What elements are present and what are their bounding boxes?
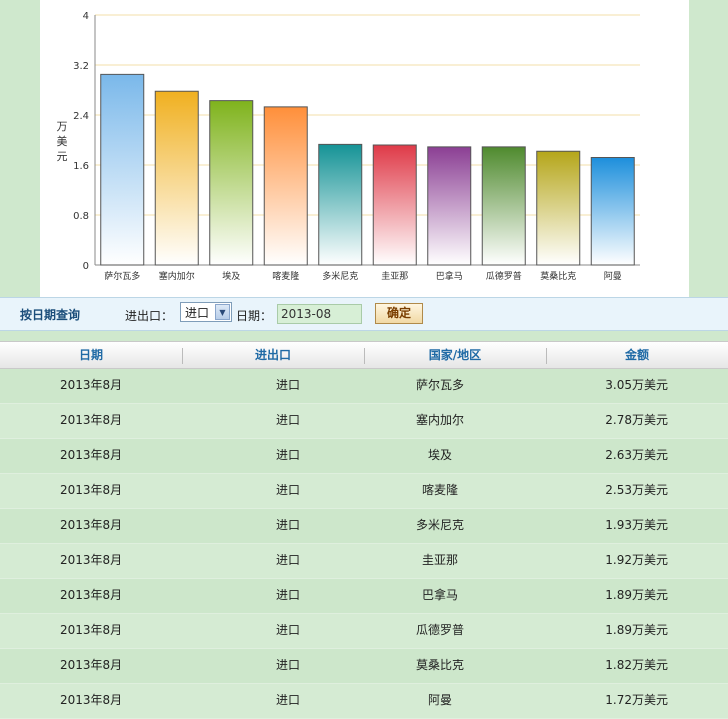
cell-date: 2013年8月 <box>60 448 123 462</box>
x-tick-label: 埃及 <box>222 270 240 282</box>
table-row[interactable]: 2013年8月 进口 萨尔瓦多 3.05万美元 <box>0 369 728 404</box>
cell-amount: 1.89万美元 <box>605 623 668 637</box>
chart-panel: 0 0.8 1.6 2.4 3.2 4 万美元萨尔瓦多 塞内加尔 埃及 喀麦隆 多米尼克 圭亚那 巴拿马… <box>40 0 689 297</box>
cell-date: 2013年8月 <box>60 693 123 707</box>
y-axis-label-char: 美 <box>57 135 68 148</box>
cell-direction: 进口 <box>275 378 300 392</box>
y-tick-label: 0.8 <box>73 211 89 222</box>
cell-country: 埃及 <box>427 448 452 462</box>
cell-date: 2013年8月 <box>60 378 123 392</box>
cell-amount: 2.63万美元 <box>605 448 668 462</box>
cell-country: 圭亚那 <box>421 553 458 567</box>
cell-date: 2013年8月 <box>60 518 123 532</box>
cell-direction: 进口 <box>275 448 300 462</box>
direction-label: 进出口： <box>125 309 174 323</box>
bar <box>100 73 145 266</box>
cell-date: 2013年8月 <box>60 413 123 427</box>
y-tick-label: 3.2 <box>73 61 89 72</box>
cell-date: 2013年8月 <box>60 623 123 637</box>
table-header: 日期 进出口 国家/地区 金额 <box>0 341 728 369</box>
cell-amount: 1.82万美元 <box>605 658 668 672</box>
x-tick-label: 巴拿马 <box>436 270 463 282</box>
bar <box>536 150 581 266</box>
direction-select-value: 进口 <box>185 306 210 320</box>
confirm-button[interactable]: 确定 <box>375 303 423 324</box>
cell-direction: 进口 <box>275 413 300 427</box>
cell-country: 多米尼克 <box>415 518 464 532</box>
x-tick-label: 萨尔瓦多 <box>104 270 140 282</box>
bar <box>263 106 308 266</box>
table-row[interactable]: 2013年8月 进口 阿曼 1.72万美元 <box>0 684 728 719</box>
table-row[interactable]: 2013年8月 进口 埃及 2.63万美元 <box>0 439 728 474</box>
cell-direction: 进口 <box>275 483 300 497</box>
x-tick-label: 多米尼克 <box>322 270 358 282</box>
direction-select[interactable]: 进口 ▼ <box>180 302 232 322</box>
y-tick-label: 2.4 <box>73 111 89 122</box>
table-row[interactable]: 2013年8月 进口 多米尼克 1.93万美元 <box>0 509 728 544</box>
table-body: 2013年8月 进口 萨尔瓦多 3.05万美元 2013年8月 进口 塞内加尔 2.78万美元… <box>0 369 728 719</box>
cell-direction: 进口 <box>275 693 300 707</box>
cell-amount: 2.53万美元 <box>605 483 668 497</box>
y-tick-label: 4 <box>83 11 89 22</box>
bar <box>209 100 254 266</box>
cell-country: 瓜德罗普 <box>415 623 464 637</box>
header-amount[interactable]: 金额 <box>546 342 728 368</box>
bar <box>154 90 199 266</box>
date-input[interactable]: 2013-08 <box>277 304 362 324</box>
cell-country: 阿曼 <box>427 693 452 707</box>
y-tick-label: 1.6 <box>73 161 89 172</box>
cell-amount: 3.05万美元 <box>605 378 668 392</box>
cell-date: 2013年8月 <box>60 658 123 672</box>
cell-direction: 进口 <box>275 658 300 672</box>
bar <box>372 144 417 266</box>
table-row[interactable]: 2013年8月 进口 巴拿马 1.89万美元 <box>0 579 728 614</box>
y-tick-label: 0 <box>83 261 89 272</box>
query-bar: 按日期查询 进出口： 进口 ▼ 日期： 2013-08 确定 <box>0 297 728 331</box>
query-title: 按日期查询 <box>20 308 81 322</box>
cell-amount: 1.92万美元 <box>605 553 668 567</box>
chevron-down-icon[interactable]: ▼ <box>215 304 230 320</box>
bar <box>427 146 472 266</box>
y-axis-label-char: 元 <box>57 150 68 163</box>
x-tick-label: 塞内加尔 <box>159 270 195 282</box>
y-axis-label-char: 万 <box>57 120 68 133</box>
cell-direction: 进口 <box>275 518 300 532</box>
header-date[interactable]: 日期 <box>0 342 182 368</box>
cell-country: 莫桑比克 <box>415 658 464 672</box>
table-row[interactable]: 2013年8月 进口 圭亚那 1.92万美元 <box>0 544 728 579</box>
cell-date: 2013年8月 <box>60 553 123 567</box>
bar-chart: 0 0.8 1.6 2.4 3.2 4 万美元萨尔瓦多 塞内加尔 埃及 喀麦隆 多米尼克 圭亚那 巴拿马… <box>57 11 640 282</box>
x-tick-label: 喀麦隆 <box>272 270 299 282</box>
cell-amount: 1.89万美元 <box>605 588 668 602</box>
header-direction[interactable]: 进出口 <box>182 342 364 368</box>
cell-date: 2013年8月 <box>60 588 123 602</box>
bar <box>481 146 526 266</box>
cell-country: 巴拿马 <box>421 588 458 602</box>
cell-country: 喀麦隆 <box>421 483 458 497</box>
x-tick-label: 阿曼 <box>604 271 622 282</box>
data-table: 日期 进出口 国家/地区 金额 2013年8月 进口 萨尔瓦多 3.05万美元 2013… <box>0 341 728 719</box>
table-row[interactable]: 2013年8月 进口 塞内加尔 2.78万美元 <box>0 404 728 439</box>
x-tick-label: 瓜德罗普 <box>486 270 522 282</box>
cell-direction: 进口 <box>275 623 300 637</box>
cell-country: 萨尔瓦多 <box>415 378 464 392</box>
x-tick-label: 莫桑比克 <box>540 270 576 282</box>
table-row[interactable]: 2013年8月 进口 喀麦隆 2.53万美元 <box>0 474 728 509</box>
cell-direction: 进口 <box>275 588 300 602</box>
bar <box>590 157 635 266</box>
cell-amount: 2.78万美元 <box>605 413 668 427</box>
table-row[interactable]: 2013年8月 进口 瓜德罗普 1.89万美元 <box>0 614 728 649</box>
table-row[interactable]: 2013年8月 进口 莫桑比克 1.82万美元 <box>0 649 728 684</box>
cell-country: 塞内加尔 <box>415 413 464 427</box>
cell-date: 2013年8月 <box>60 483 123 497</box>
x-tick-label: 圭亚那 <box>381 270 408 282</box>
bar <box>318 143 363 266</box>
date-label: 日期： <box>236 309 273 323</box>
cell-direction: 进口 <box>275 553 300 567</box>
cell-amount: 1.93万美元 <box>605 518 668 532</box>
header-country[interactable]: 国家/地区 <box>364 342 546 368</box>
cell-amount: 1.72万美元 <box>605 693 668 707</box>
